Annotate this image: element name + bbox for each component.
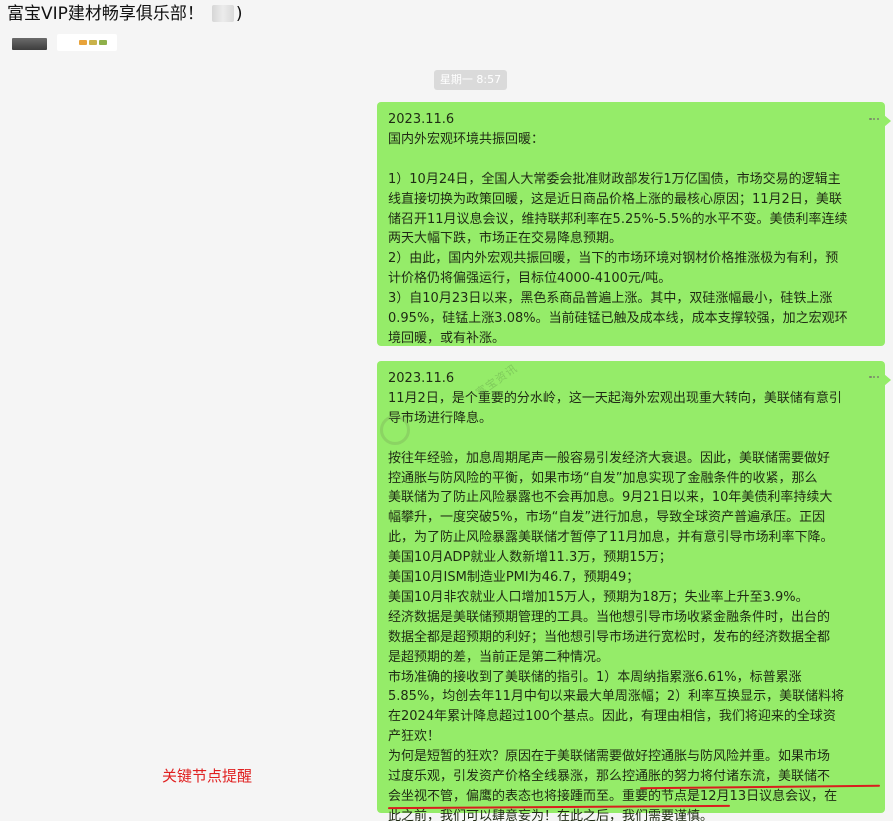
- message-line: 为何是短暂的狂欢？原因在于美联储需要做好控通胀与防风险并重。如果市场: [388, 749, 831, 765]
- message-line: 2023.11.6: [388, 371, 455, 386]
- message-line: 过度乐观，引发资产价格全线暴涨，那么控通胀的努力将付诸东流，美联储不: [388, 769, 831, 785]
- message-line: 美联储为了防止风险暴露也不会再加息。9月21日以来，10年美债利率持续大: [388, 490, 833, 506]
- message-line: 国内外宏观环境共振回暖：: [388, 131, 545, 147]
- message-line: 此之前，我们可以肆意妄为！在此之后，我们需要谨慎。: [388, 808, 714, 821]
- message-line: 美国10月非农就业人口增加15万人，预期为18万；失业率上升至3.9%。: [388, 589, 809, 605]
- chat-message-bubble[interactable]: 富宝资讯 2023.11.6 11月2日，是个重要的分水岭，这一天起海外宏观出现重…: [377, 361, 891, 821]
- message-line: 2023.11.6: [388, 112, 455, 127]
- message-line: 导市场进行降息。: [388, 410, 493, 426]
- more-options-icon[interactable]: [869, 117, 879, 121]
- redacted-member-count: [211, 5, 234, 22]
- message-line: 美国10月ADP就业人数新增11.3万，预期15万；: [388, 550, 672, 566]
- message-line: [388, 150, 875, 170]
- message-line: 此，为了防止风险暴露美联储才暂停了11月加息，并有意引导市场利率下降。: [388, 530, 834, 546]
- message-line: 幅攀升，一度突破5%，市场“自发”进行加息，导致全球资产普遍承压。正因: [388, 510, 826, 526]
- message-line: 0.95%，硅锰上涨3.08%。当前硅锰已触及成本线，成本支撑较强，加之宏观环: [388, 311, 848, 327]
- more-options-icon[interactable]: [869, 375, 879, 379]
- message-text: 2023.11.6 国内外宏观环境共振回暖： 1）10月24日，全国人大常委会批准财…: [388, 110, 875, 349]
- message-line: 1）10月24日，全国人大常委会批准财政部发行1万亿国债，市场交易的逻辑主: [388, 171, 841, 187]
- chat-title-text: 富宝VIP建材畅享俱乐部！: [7, 4, 204, 24]
- message-line: 储召开11月议息会议，维持联邦利率在5.25%-5.5%的水平不变。美债利率连续: [388, 211, 848, 227]
- message-line: 计价格仍将偏强运行，目标位4000-4100元/吨。: [388, 271, 672, 287]
- message-line: 11月2日，是个重要的分水岭，这一天起海外宏观出现重大转向，美联储有意引: [388, 390, 842, 406]
- previous-message-card-thumbnail[interactable]: [57, 34, 117, 51]
- chat-titlebar: 富宝VIP建材畅享俱乐部！): [0, 0, 893, 30]
- message-line: 线直接切换为政策回暖，这是近日商品价格上涨的最核心原因；11月2日，美联: [388, 191, 842, 207]
- message-line: 按往年经验，加息周期尾声一般容易引发经济大衰退。因此，美联储需要做好: [388, 450, 831, 466]
- message-line: 控通胀与防风险的平衡，如果市场“自发”加息实现了金融条件的收紧，那么: [388, 470, 818, 486]
- annotation-label: 关键节点提醒: [162, 767, 253, 785]
- message-line: 境回暖，或有补涨。: [388, 330, 506, 346]
- message-timestamp: 星期一 8:57: [434, 70, 507, 90]
- message-line: 3）自10月23日以来，黑色系商品普遍上涨。其中，双硅涨幅最小，硅铁上涨: [388, 291, 833, 307]
- message-line: 是超预期的差，当前正是第二种情况。: [388, 649, 610, 665]
- message-text: 2023.11.6 11月2日，是个重要的分水岭，这一天起海外宏观出现重大转向，美…: [388, 369, 875, 821]
- chat-message-bubble[interactable]: 2023.11.6 国内外宏观环境共振回暖： 1）10月24日，全国人大常委会批准财…: [377, 102, 891, 349]
- previous-message-image-thumbnail[interactable]: [12, 38, 47, 50]
- chat-title-suffix: ): [235, 4, 243, 24]
- message-line: 市场准确的接收到了美联储的指引。1）本周纳指累涨6.61%，标普累涨: [388, 669, 802, 685]
- message-line: 5.85%，均创去年11月中旬以来最大单周涨幅；2）利率互换显示，美联储料将: [388, 689, 845, 705]
- message-line: 在2024年累计降息超过100个基点。因此，有理由相信，我们将迎来的全球资: [388, 709, 836, 725]
- message-line: 产狂欢！: [388, 729, 441, 745]
- message-line: 美国10月ISM制造业PMI为46.7，预期49；: [388, 570, 640, 586]
- watermark-logo: [380, 415, 410, 445]
- message-line: 数据全都是超预期的利好；当他想引导市场进行宽松时，发布的经济数据全都: [388, 629, 831, 645]
- message-line: 会坐视不管，偏鹰的表态也将接踵而至。重要的节点是12月13日议息会议，在: [388, 789, 838, 805]
- message-line: 两天大幅下跌，市场正在交易降息预期。: [388, 231, 623, 247]
- message-line: [388, 429, 875, 449]
- chat-title[interactable]: 富宝VIP建材畅享俱乐部！): [7, 4, 243, 24]
- message-line: 2）由此，国内外宏观共振回暖，当下的市场环境对钢材价格推涨极为有利，预: [388, 251, 839, 267]
- message-line: 经济数据是美联储预期管理的工具。当他想引导市场收紧金融条件时，出台的: [388, 609, 831, 625]
